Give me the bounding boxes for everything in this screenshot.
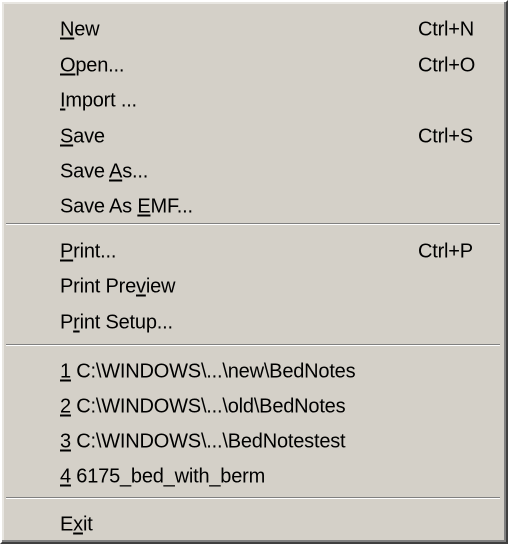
menu-item-label: Import ...: [60, 89, 137, 112]
menu-item-shortcut: Ctrl+S: [418, 125, 473, 148]
menu-item-save[interactable]: Save Ctrl+S: [6, 117, 500, 157]
menu-item-print[interactable]: Print... Ctrl+P: [6, 232, 500, 272]
menu-item-shortcut: Ctrl+P: [418, 240, 473, 263]
menu-item-exit[interactable]: Exit: [6, 505, 500, 545]
menu-item-label: Print Setup...: [60, 311, 173, 334]
menu-item-label: Save As...: [60, 160, 149, 183]
menu-item-label: 3 C:\WINDOWS\...\BedNotestest: [60, 430, 346, 453]
menu-item-label: 2 C:\WINDOWS\...\old\BedNotes: [60, 395, 346, 418]
menu-item-print-preview[interactable]: Print Preview: [6, 267, 500, 307]
menu-item-import[interactable]: Import ...: [6, 81, 500, 121]
menu-separator: [6, 223, 500, 225]
menu-item-label: Print Preview: [60, 275, 176, 298]
recent-file-3[interactable]: 3 C:\WINDOWS\...\BedNotestest: [6, 422, 500, 462]
menu-item-print-setup[interactable]: Print Setup...: [6, 303, 500, 343]
recent-file-4[interactable]: 4 6175_bed_with_berm: [6, 457, 500, 497]
file-menu: New Ctrl+N Open... Ctrl+O Import ... Sav…: [0, 0, 508, 544]
recent-file-1[interactable]: 1 C:\WINDOWS\...\new\BedNotes: [6, 352, 500, 392]
menu-item-shortcut: Ctrl+N: [418, 18, 475, 41]
menu-item-open[interactable]: Open... Ctrl+O: [6, 46, 500, 86]
menu-item-label: 4 6175_bed_with_berm: [60, 465, 266, 488]
menu-item-label: Exit: [60, 513, 93, 536]
menu-item-label: Print...: [60, 240, 117, 263]
menu-item-shortcut: Ctrl+O: [418, 54, 476, 77]
menu-separator: [6, 344, 500, 346]
menu-item-save-as[interactable]: Save As...: [6, 152, 500, 192]
menu-item-save-as-emf[interactable]: Save As EMF...: [6, 187, 500, 227]
menu-separator: [6, 497, 500, 499]
menu-item-label: Open...: [60, 54, 125, 77]
menu-item-label: Save: [60, 125, 105, 148]
menu-item-label: Save As EMF...: [60, 195, 193, 218]
menu-item-label: 1 C:\WINDOWS\...\new\BedNotes: [60, 360, 356, 383]
menu-item-label: New: [60, 18, 100, 41]
menu-item-new[interactable]: New Ctrl+N: [6, 10, 500, 50]
recent-file-2[interactable]: 2 C:\WINDOWS\...\old\BedNotes: [6, 387, 500, 427]
